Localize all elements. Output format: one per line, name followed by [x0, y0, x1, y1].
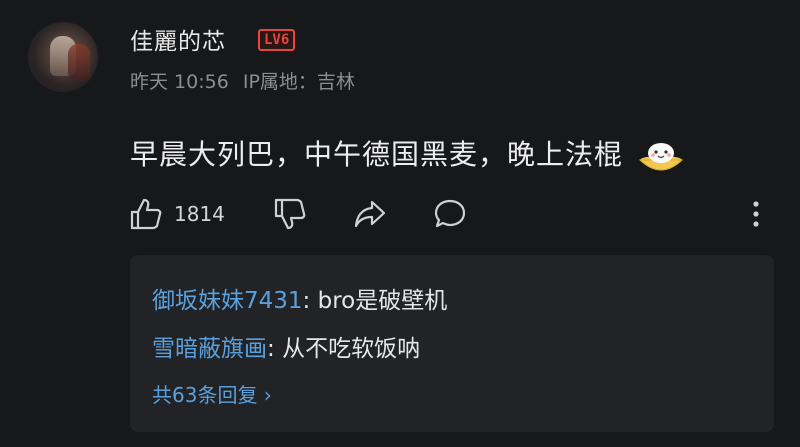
like-button[interactable]: 1814 — [128, 196, 225, 232]
replies-panel[interactable]: 御坂妹妹7431: bro是破壁机 雪暗蔽旗画: 从不吃软饭呐 共63条回复 › — [130, 255, 774, 432]
like-count: 1814 — [174, 202, 225, 226]
comment-meta: 昨天 10:56 IP属地：吉林 — [130, 67, 363, 94]
more-options-button[interactable] — [742, 196, 770, 232]
reply-button[interactable] — [432, 196, 468, 232]
reply-username[interactable]: 雪暗蔽旗画 — [152, 336, 267, 362]
comment-icon — [432, 196, 468, 232]
thumbs-up-icon — [128, 196, 164, 232]
reply-item[interactable]: 御坂妹妹7431: bro是破壁机 — [152, 281, 447, 315]
share-button[interactable] — [352, 196, 388, 232]
reply-username[interactable]: 御坂妹妹7431 — [152, 288, 303, 314]
reply-separator: : — [302, 288, 318, 314]
share-icon — [352, 196, 388, 232]
avatar-figure-secondary — [68, 44, 90, 82]
ip-location: IP属地：吉林 — [242, 71, 355, 93]
comment-actions: 1814 — [128, 196, 768, 236]
avatar[interactable] — [28, 22, 98, 92]
reply-text: 从不吃软饭呐 — [282, 336, 421, 362]
bread-bowl-emoji — [637, 136, 685, 176]
username[interactable]: 佳麗的芯 — [130, 22, 226, 56]
comment-item: 佳麗的芯 LV6 昨天 10:56 IP属地：吉林 早晨大列巴，中午德国黑麦，晚… — [0, 0, 800, 447]
more-vertical-icon — [742, 196, 770, 232]
reply-item[interactable]: 雪暗蔽旗画: 从不吃软饭呐 — [152, 329, 420, 363]
comment-text: 早晨大列巴，中午德国黑麦，晚上法棍 — [130, 138, 624, 171]
thumbs-down-icon — [272, 196, 308, 232]
comment-time: 昨天 10:56 — [130, 71, 229, 93]
level-badge: LV6 — [258, 29, 296, 51]
view-more-replies-link[interactable]: 共63条回复 › — [152, 379, 272, 408]
dislike-button[interactable] — [272, 196, 308, 232]
reply-text: bro是破壁机 — [317, 288, 448, 314]
reply-separator: : — [267, 336, 283, 362]
comment-text-container: 早晨大列巴，中午德国黑麦，晚上法棍 — [130, 133, 685, 176]
